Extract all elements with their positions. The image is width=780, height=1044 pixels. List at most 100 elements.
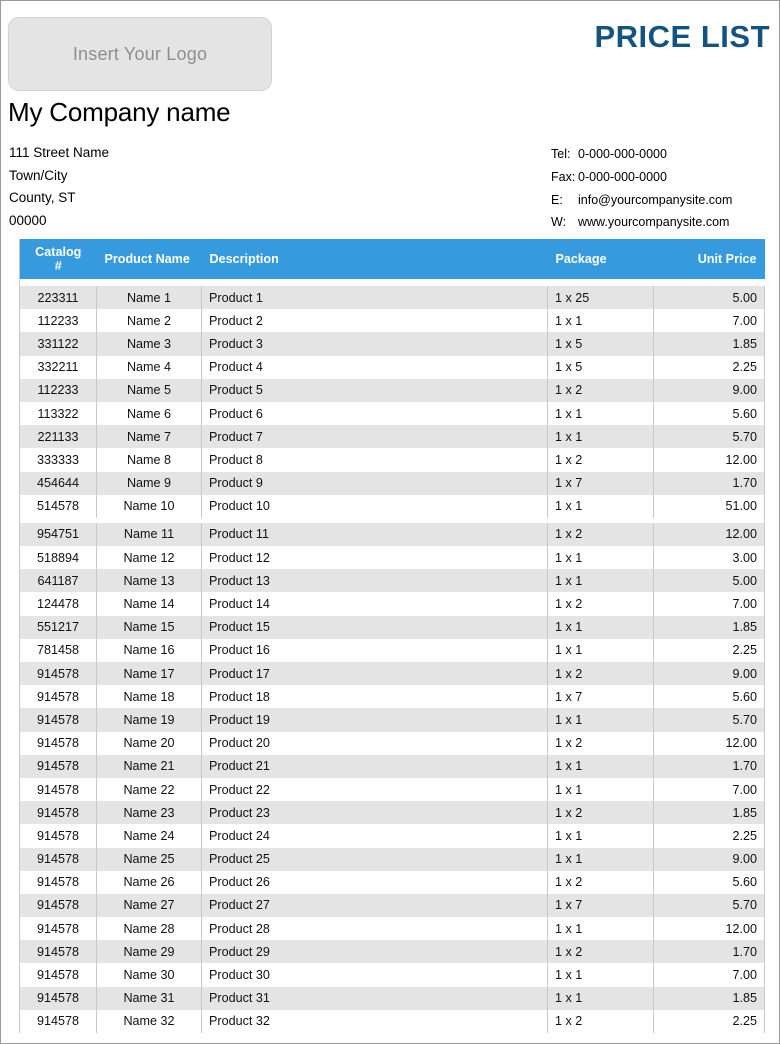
cell-catalog: 914578 (19, 754, 97, 778)
column-header-package[interactable]: Package (547, 239, 654, 279)
table-row[interactable]: 332211 Name 4 Product 41 x 5 2.25 (19, 355, 765, 379)
telephone-label: Tel: (551, 147, 571, 161)
cell-unit-price: 5.70 (653, 425, 765, 449)
cell-catalog: 781458 (19, 638, 97, 662)
cell-package: 1 x 7 (547, 893, 654, 918)
cell-catalog: 914578 (19, 662, 97, 686)
address-line-street: 111 Street Name (9, 145, 110, 160)
cell-description: Product 21 (201, 754, 548, 778)
website-value[interactable]: www.yourcompanysite.com (578, 211, 729, 234)
table-row[interactable]: 914578 Name 28 Product 28 1 x 1 12.00 (19, 917, 765, 941)
table-row[interactable]: 914578 Name 30 Product 30 1 x 1 7.00 (19, 963, 765, 987)
cell-description: Product 20 (201, 731, 548, 755)
cell-description: Product 2 (201, 309, 548, 333)
cell-catalog: 221133 (19, 425, 97, 449)
cell-catalog: 112233 (19, 309, 97, 333)
table-row[interactable]: 454644 Name 9 Product 91 x 7 1.70 (19, 471, 765, 495)
cell-description: Product 17 (201, 662, 548, 686)
cell-product-name: Name 23 (96, 801, 202, 825)
table-row[interactable]: 954751 Name 11 Product 11 1 x 2 12.00 (19, 522, 765, 547)
cell-description: Product 32 (201, 1009, 548, 1033)
table-row[interactable]: 112233 Name 5 Product 51 x 2 9.00 (19, 378, 765, 402)
cell-package: 1 x 2 (547, 378, 654, 402)
table-row[interactable]: 112233 Name 2 Product 21 x 1 7.00 (19, 309, 765, 333)
column-header-catalog-line1: Catalog (35, 245, 82, 259)
column-header-unit-price[interactable]: Unit Price (653, 239, 765, 279)
table-row[interactable]: 333333 Name 8 Product 81 x 2 12.00 (19, 448, 765, 472)
table-row[interactable]: 914578 Name 17 Product 17 1 x 2 9.00 (19, 662, 765, 686)
table-row[interactable]: 914578 Name 20 Product 20 1 x 2 12.00 (19, 731, 765, 755)
table-row[interactable]: 124478 Name 14 Product 14 1 x 2 7.00 (19, 592, 765, 616)
cell-description: Product 11 (201, 522, 548, 547)
cell-catalog: 514578 (19, 494, 97, 518)
cell-package: 1 x 1 (547, 824, 654, 848)
table-row[interactable]: 331122 Name 3 Product 31 x 5 1.85 (19, 332, 765, 356)
cell-package: 1 x 1 (547, 309, 654, 333)
cell-unit-price: 1.85 (653, 332, 765, 356)
telephone-value: 0-000-000-0000 (578, 147, 667, 161)
cell-product-name: Name 13 (96, 569, 202, 593)
cell-catalog: 954751 (19, 522, 97, 547)
logo-placeholder[interactable]: Insert Your Logo (8, 17, 272, 91)
cell-unit-price: 5.60 (653, 870, 765, 894)
table-row[interactable]: 914578 Name 25 Product 25 1 x 1 9.00 (19, 847, 765, 871)
cell-product-name: Name 32 (96, 1009, 202, 1033)
cell-catalog: 333333 (19, 448, 97, 472)
cell-product-name: Name 31 (96, 986, 202, 1010)
cell-unit-price: 7.00 (653, 309, 765, 333)
cell-catalog: 124478 (19, 592, 97, 616)
cell-product-name: Name 17 (96, 662, 202, 686)
table-row[interactable]: 914578 Name 24 Product 24 1 x 1 2.25 (19, 824, 765, 848)
table-row[interactable]: 641187 Name 13 Product 13 1 x 1 5.00 (19, 569, 765, 593)
table-row[interactable]: 914578 Name 22 Product 22 1 x 1 7.00 (19, 777, 765, 802)
cell-catalog: 551217 (19, 615, 97, 639)
contact-email: E: info@yourcompanysite.com (551, 189, 732, 212)
column-header-product-name[interactable]: Product Name (96, 239, 202, 279)
table-row[interactable]: 914578 Name 31 Product 31 1 x 1 1.85 (19, 986, 765, 1010)
contact-website: W: www.yourcompanysite.com (551, 211, 732, 234)
cell-catalog: 914578 (19, 1009, 97, 1033)
price-list-page: Insert Your Logo PRICE LIST My Company n… (0, 0, 780, 1044)
cell-package: 1 x 1 (547, 425, 654, 449)
cell-product-name: Name 8 (96, 448, 202, 472)
cell-catalog: 914578 (19, 986, 97, 1010)
cell-product-name: Name 25 (96, 847, 202, 871)
table-row[interactable]: 914578 Name 27 Product 27 1 x 7 5.70 (19, 893, 765, 918)
cell-catalog: 914578 (19, 708, 97, 732)
document-header: Insert Your Logo PRICE LIST (1, 1, 779, 101)
cell-catalog: 454644 (19, 471, 97, 495)
cell-product-name: Name 2 (96, 309, 202, 333)
cell-package: 1 x 2 (547, 662, 654, 686)
cell-description: Product 3 (201, 332, 548, 356)
fax-label: Fax: (551, 169, 576, 184)
email-value[interactable]: info@yourcompanysite.com (578, 189, 732, 212)
table-row[interactable]: 781458 Name 16 Product 16 1 x 1 2.25 (19, 638, 765, 662)
cell-product-name: Name 12 (96, 546, 202, 570)
company-address: 111 Street Name Town/City County, ST 000… (9, 142, 109, 233)
cell-catalog: 914578 (19, 870, 97, 894)
table-row[interactable]: 914578 Name 19 Product 19 1 x 1 5.70 (19, 708, 765, 732)
table-row[interactable]: 914578 Name 29 Product 29 1 x 2 1.70 (19, 940, 765, 964)
cell-unit-price: 9.00 (653, 662, 765, 686)
table-row[interactable]: 551217 Name 15 Product 15 1 x 1 1.85 (19, 615, 765, 639)
cell-product-name: Name 4 (96, 355, 202, 379)
cell-description: Product 5 (201, 378, 548, 402)
table-row[interactable]: 914578 Name 21 Product 21 1 x 1 1.70 (19, 754, 765, 778)
fax-value: 0-000-000-0000 (578, 169, 667, 184)
cell-description: Product 1 (201, 286, 548, 310)
table-row[interactable]: 914578 Name 23 Product 23 1 x 2 1.85 (19, 801, 765, 825)
table-row[interactable]: 914578 Name 32 Product 32 1 x 2 2.25 (19, 1009, 765, 1033)
table-row[interactable]: 221133 Name 7 Product 71 x 1 5.70 (19, 425, 765, 449)
table-row[interactable]: 518894 Name 12 Product 12 1 x 1 3.00 (19, 546, 765, 570)
column-header-description[interactable]: Description (201, 239, 548, 279)
cell-unit-price: 5.60 (653, 685, 765, 709)
cell-package: 1 x 2 (547, 940, 654, 964)
table-row[interactable]: 223311 Name 1 Product 11 x 25 5.00 (19, 286, 765, 310)
table-row[interactable]: 113322 Name 6 Product 61 x 1 5.60 (19, 401, 765, 426)
table-row[interactable]: 914578 Name 18 Product 18 1 x 7 5.60 (19, 685, 765, 709)
cell-product-name: Name 5 (96, 378, 202, 402)
table-row[interactable]: 514578 Name 10 Product 10 1 x 1 51.00 (19, 494, 765, 518)
table-row[interactable]: 914578 Name 26 Product 26 1 x 2 5.60 (19, 870, 765, 894)
cell-product-name: Name 20 (96, 731, 202, 755)
column-header-catalog[interactable]: Catalog # (19, 239, 97, 279)
